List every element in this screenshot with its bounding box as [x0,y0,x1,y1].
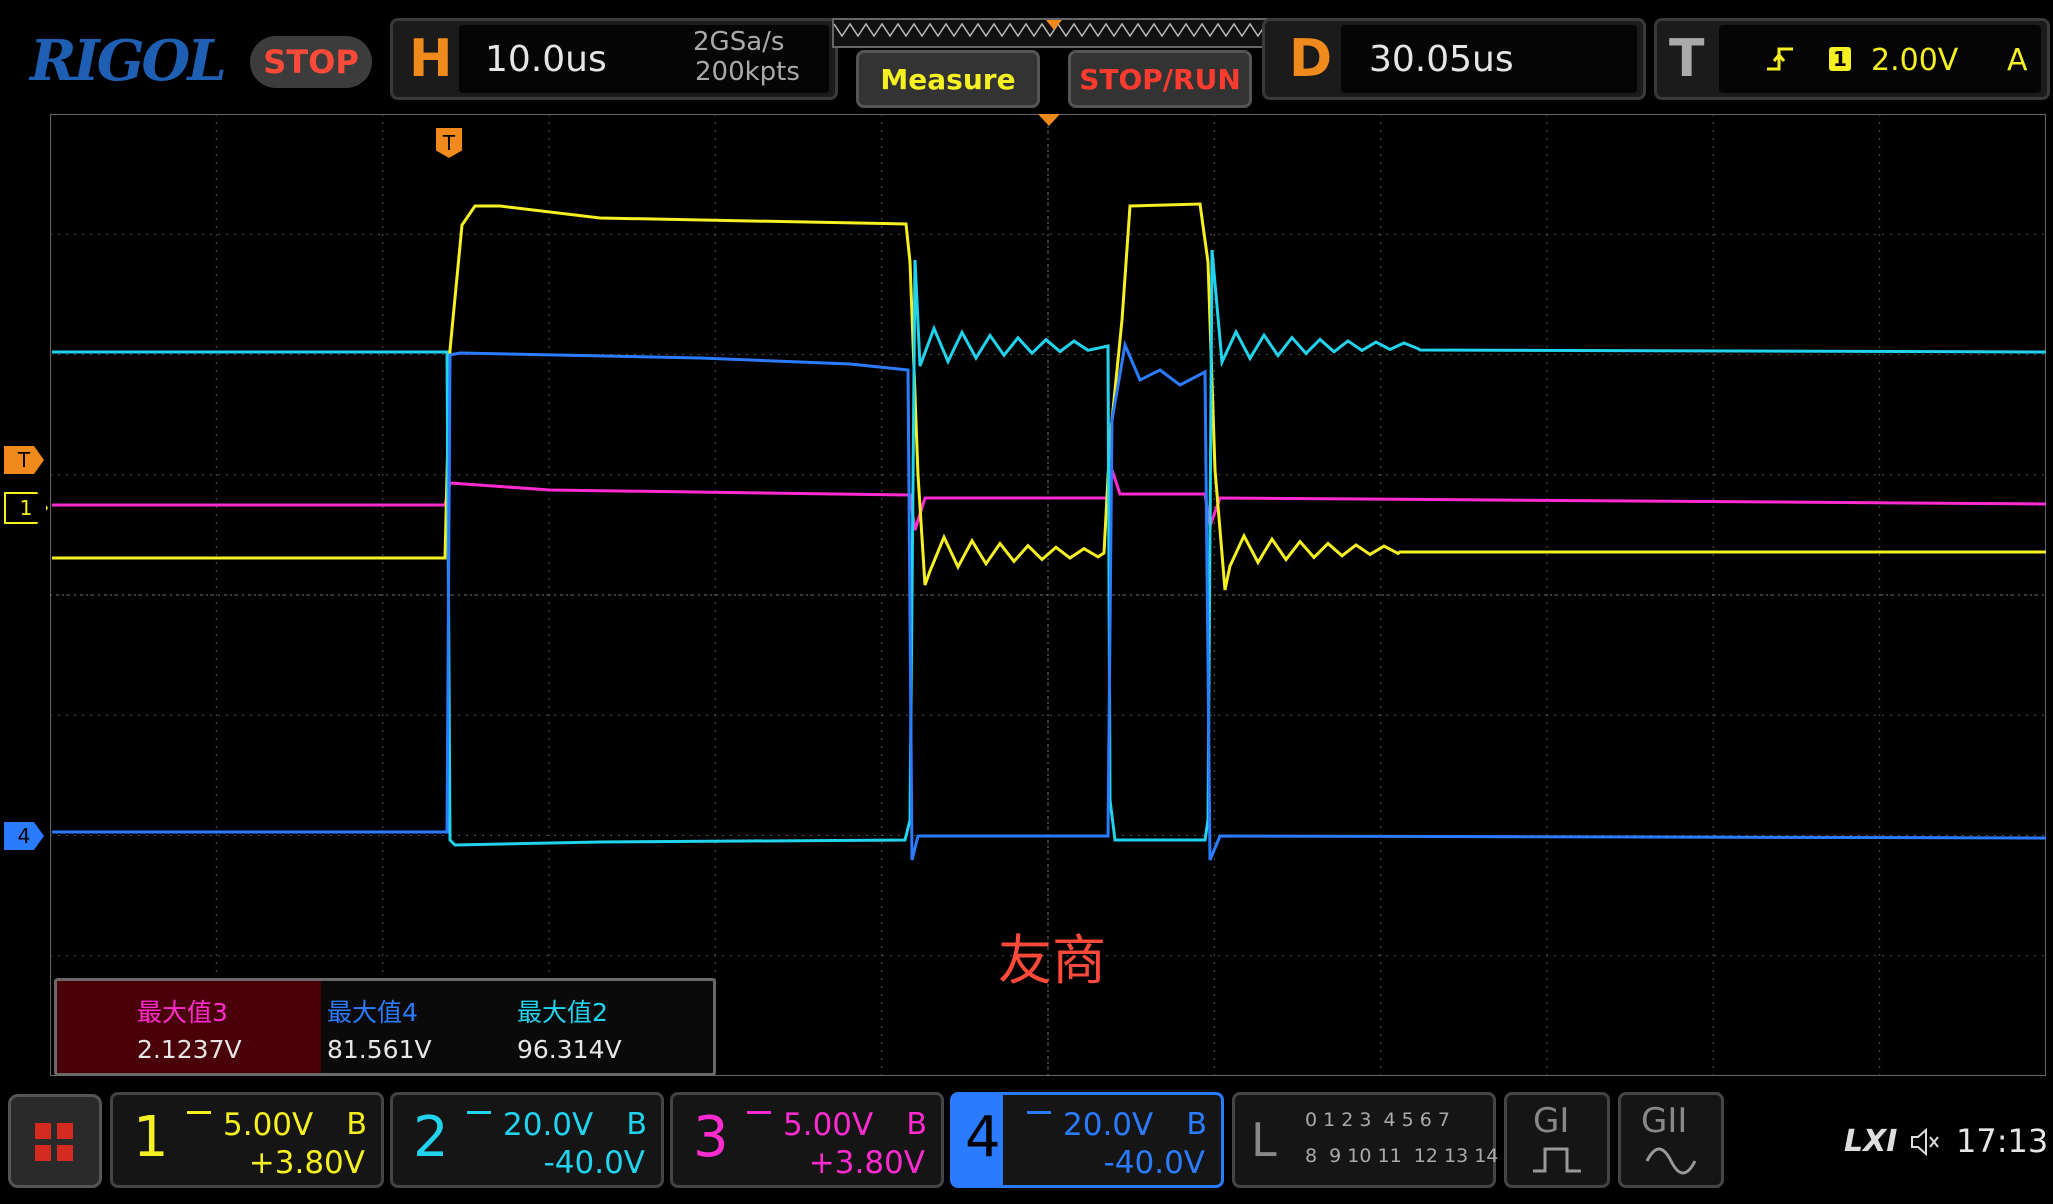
generator-1-button[interactable]: GI [1504,1092,1610,1188]
dc-coupling-icon [747,1111,771,1124]
ch1-level-marker[interactable]: 1 [4,492,48,524]
menu-button[interactable] [8,1094,102,1188]
meas-value-1: 2.1237V [137,1035,242,1064]
square-wave-icon [1533,1147,1581,1173]
timeline-zigzag [833,20,1267,38]
measure-label: Measure [880,62,1016,96]
channel-1-panel[interactable]: 1 5.00V B +3.80V [110,1092,384,1188]
meas-label-3: 最大值2 [517,998,608,1027]
stop-run-label: STOP/RUN [1079,62,1241,96]
channel-4-panel[interactable]: 4 20.0V B -40.0V [950,1092,1224,1188]
gen2-label: GII [1641,1101,1688,1141]
horizontal-letter: H [409,29,453,89]
logic-row-1: 0 1 2 3 4 5 6 7 [1305,1109,1451,1131]
ch3-offset: +3.80V [808,1145,925,1181]
trigger-center-marker [1038,114,1060,126]
grid-menu-icon [35,1123,73,1161]
channel-2-panel[interactable]: 2 20.0V B -40.0V [390,1092,664,1188]
ch1-offset: +3.80V [248,1145,365,1181]
ch4-bandwidth: B [1186,1107,1207,1142]
measure-button[interactable]: Measure [856,50,1040,108]
stop-run-button[interactable]: STOP/RUN [1068,50,1252,108]
ch3-bandwidth: B [906,1107,927,1142]
dc-coupling-icon [187,1111,211,1124]
meas-value-3: 96.314V [517,1035,622,1064]
ch4-number: 4 [965,1105,1001,1170]
measurement-panel[interactable]: 最大值3 2.1237V 最大值4 81.561V 最大值2 96.314V [54,978,716,1076]
horizontal-panel[interactable]: H 10.0us 2GSa/s 200kpts [390,18,838,100]
ch4-offset: -40.0V [1103,1145,1205,1181]
trigger-mode: A [2007,43,2028,78]
generator-2-button[interactable]: GII [1618,1092,1724,1188]
trigger-panel[interactable]: T 1 2.00V A [1654,18,2050,100]
run-state-badge[interactable]: STOP [250,36,372,88]
ch3-scale: 5.00V [783,1107,874,1143]
mute-icon[interactable] [1908,1126,1940,1158]
ch2-offset: -40.0V [543,1145,645,1181]
meas-label-2: 最大值4 [327,998,418,1027]
timebase-value: 10.0us [485,39,607,80]
sine-wave-icon [1645,1147,1697,1175]
dc-coupling-icon [467,1111,491,1124]
ch1-number: 1 [133,1105,169,1170]
delay-letter: D [1289,29,1333,89]
trigger-level: 2.00V [1871,43,1959,78]
ch2-bandwidth: B [626,1107,647,1142]
ch4-level-marker[interactable]: 4 [4,822,44,850]
trigger-letter: T [1669,29,1705,89]
lxi-logo: LXI [1844,1124,1898,1159]
sample-rate: 2GSa/s [693,27,785,57]
timeline-strip [832,18,1276,48]
timeline-trigger-marker [1046,20,1062,30]
channel-3-panel[interactable]: 3 5.00V B +3.80V [670,1092,944,1188]
trigger-level-marker[interactable]: T [4,446,44,474]
ch4-scale: 20.0V [1063,1107,1154,1143]
delay-value: 30.05us [1369,39,1514,80]
ch1-scale: 5.00V [223,1107,314,1143]
meas-value-2: 81.561V [327,1035,432,1064]
logic-letter: L [1251,1113,1277,1167]
gen1-label: GI [1533,1101,1570,1141]
delay-panel[interactable]: D 30.05us [1262,18,1646,100]
trigger-source-badge: 1 [1829,47,1851,71]
clock: 17:13 [1956,1122,2049,1160]
dc-coupling-icon [1027,1111,1051,1124]
memory-depth: 200kpts [695,57,800,87]
meas-label-1: 最大值3 [137,998,228,1027]
logic-panel[interactable]: L 0 1 2 3 4 5 6 7 8 9 10 11 12 13 14 15 [1232,1092,1529,1188]
rising-edge-icon [1767,47,1793,71]
ch2-number: 2 [413,1105,449,1170]
rigol-logo: RIGOL [30,28,227,94]
ch1-bandwidth: B [346,1107,367,1142]
ch3-number: 3 [693,1105,729,1170]
logic-row-2: 8 9 10 11 12 13 14 15 [1305,1145,1529,1167]
watermark-text: 友商 [998,929,1106,992]
ch2-scale: 20.0V [503,1107,594,1143]
